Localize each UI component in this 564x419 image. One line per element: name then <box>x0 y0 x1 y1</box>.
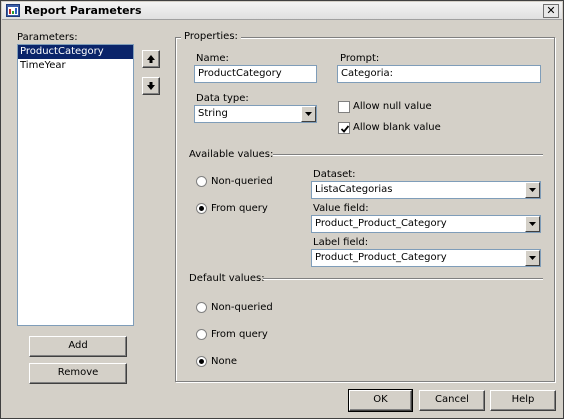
add-button[interactable]: Add <box>29 336 127 357</box>
parameters-list[interactable]: ProductCategory TimeYear <box>17 44 134 326</box>
chevron-down-icon[interactable] <box>525 216 540 232</box>
available-from-query-label: From query <box>211 203 268 214</box>
window-title: Report Parameters <box>24 4 142 17</box>
chevron-down-icon[interactable] <box>525 182 540 198</box>
move-down-button[interactable] <box>142 77 160 95</box>
label-field-select[interactable]: Product_Product_Category <box>311 249 541 267</box>
dataset-select[interactable]: ListaCategorias <box>311 181 541 199</box>
dataset-value: ListaCategorias <box>315 184 393 195</box>
move-up-button[interactable] <box>142 50 160 68</box>
name-label: Name: <box>196 53 229 64</box>
default-from-query-label: From query <box>211 329 268 340</box>
default-non-queried-label: Non-queried <box>211 302 273 313</box>
checkmark-icon <box>340 125 350 133</box>
default-values-label: Default values: <box>189 273 265 284</box>
allow-null-label: Allow null value <box>353 101 432 112</box>
value-field-label: Value field: <box>313 203 369 214</box>
default-none-radio[interactable] <box>196 356 207 367</box>
default-non-queried-radio[interactable] <box>196 302 207 313</box>
allow-blank-checkbox[interactable] <box>338 122 350 134</box>
parameters-label: Parameters: <box>17 32 78 43</box>
label-field-label: Label field: <box>313 237 369 248</box>
properties-group-title: Properties: <box>181 31 241 42</box>
close-icon: ✕ <box>546 4 556 17</box>
report-parameters-icon <box>6 4 20 17</box>
dataset-label: Dataset: <box>313 169 356 180</box>
arrow-down-icon <box>147 82 155 90</box>
available-non-queried-label: Non-queried <box>211 176 273 187</box>
available-values-label: Available values: <box>189 149 274 160</box>
label-field-value: Product_Product_Category <box>315 252 447 263</box>
available-from-query-radio[interactable] <box>196 203 207 214</box>
ok-button[interactable]: OK <box>348 389 413 412</box>
default-from-query-radio[interactable] <box>196 329 207 340</box>
name-field[interactable]: ProductCategory <box>194 65 317 83</box>
close-button[interactable]: ✕ <box>543 4 559 18</box>
data-type-label: Data type: <box>196 93 249 104</box>
report-parameters-dialog: Report Parameters ✕ Parameters: ProductC… <box>0 0 564 419</box>
allow-blank-label: Allow blank value <box>353 122 441 133</box>
data-type-select[interactable]: String <box>194 105 317 123</box>
list-item[interactable]: ProductCategory <box>18 45 133 59</box>
prompt-field[interactable]: Categoria: <box>337 65 541 83</box>
value-field-select[interactable]: Product_Product_Category <box>311 215 541 233</box>
arrow-up-icon <box>147 55 155 63</box>
prompt-label: Prompt: <box>340 53 380 64</box>
default-values-divider <box>263 278 543 280</box>
data-type-value: String <box>198 108 228 119</box>
chevron-down-icon[interactable] <box>525 250 540 266</box>
cancel-button[interactable]: Cancel <box>419 390 485 411</box>
value-field-value: Product_Product_Category <box>315 218 447 229</box>
help-button[interactable]: Help <box>490 390 556 411</box>
remove-button[interactable]: Remove <box>29 363 127 384</box>
chevron-down-icon[interactable] <box>301 106 316 122</box>
available-non-queried-radio[interactable] <box>196 176 207 187</box>
default-none-label: None <box>211 356 238 367</box>
allow-null-checkbox[interactable] <box>338 101 350 113</box>
title-bar: Report Parameters ✕ <box>2 2 562 20</box>
available-values-divider <box>273 154 543 156</box>
list-item[interactable]: TimeYear <box>18 59 133 73</box>
